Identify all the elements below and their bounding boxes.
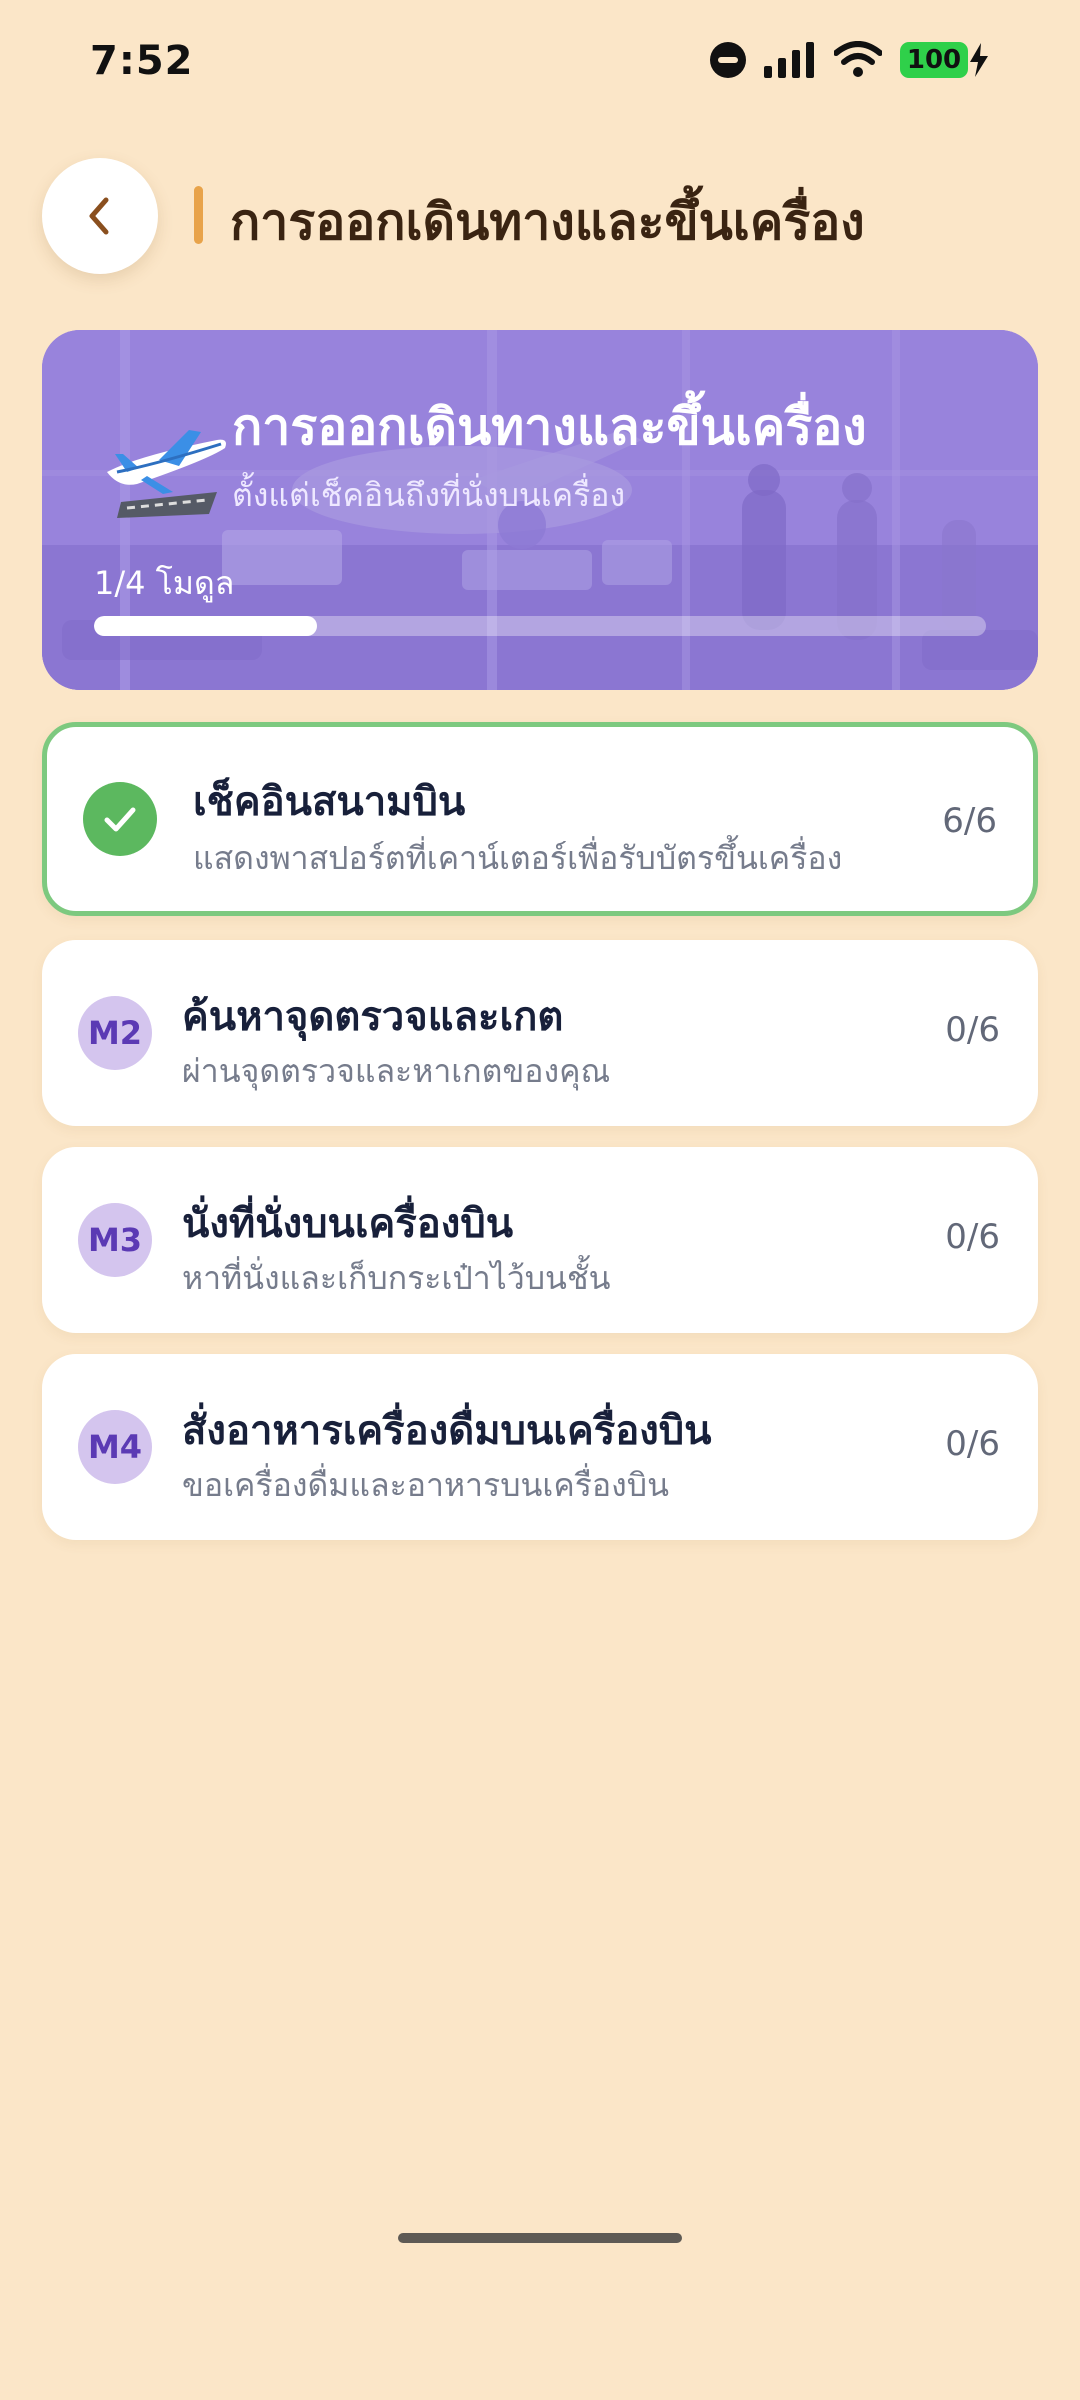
module-card-4[interactable]: M4 สั่งอาหารเครื่องดื่มบนเครื่องบิน ขอเค… xyxy=(42,1354,1038,1540)
module-card-2[interactable]: M2 ค้นหาจุดตรวจและเกต ผ่านจุดตรวจและหาเก… xyxy=(42,940,1038,1126)
charging-bolt-icon xyxy=(970,43,988,77)
hero-title: การออกเดินทางและขึ้นเครื่อง xyxy=(232,398,867,456)
module-description: ผ่านจุดตรวจและหาเกตของคุณ xyxy=(182,1052,611,1090)
module-completed-badge xyxy=(83,782,157,856)
screen: 7:52 100 การออกเดินทางและขึ้นเครื่อง การ… xyxy=(0,0,1080,2400)
module-description: ขอเครื่องดื่มและอาหารบนเครื่องบิน xyxy=(182,1466,669,1504)
module-progress-count: 6/6 xyxy=(942,801,997,841)
module-badge: M4 xyxy=(78,1410,152,1484)
page-title: การออกเดินทางและขึ้นเครื่อง xyxy=(230,193,865,251)
title-accent-bar xyxy=(194,186,203,244)
module-description: แสดงพาสปอร์ตที่เคาน์เตอร์เพื่อรับบัตรขึ้… xyxy=(193,839,843,877)
airplane-takeoff-icon xyxy=(107,430,226,518)
module-title: สั่งอาหารเครื่องดื่มบนเครื่องบิน xyxy=(182,1408,712,1454)
hero-progress-fill xyxy=(94,616,317,636)
signal-icon xyxy=(764,42,814,78)
module-title: เช็คอินสนามบิน xyxy=(193,779,466,825)
hero-progress-label: 1/4 โมดูล xyxy=(94,564,235,602)
module-badge: M2 xyxy=(78,996,152,1070)
module-card-1[interactable]: เช็คอินสนามบิน แสดงพาสปอร์ตที่เคาน์เตอร์… xyxy=(42,722,1038,916)
status-icons: 100 xyxy=(710,38,990,82)
module-badge: M3 xyxy=(78,1203,152,1277)
module-progress-count: 0/6 xyxy=(945,1217,1000,1257)
do-not-disturb-icon xyxy=(710,42,746,78)
hero-progress-bar xyxy=(94,616,986,636)
module-card-3[interactable]: M3 นั่งที่นั่งบนเครื่องบิน หาที่นั่งและเ… xyxy=(42,1147,1038,1333)
status-time: 7:52 xyxy=(90,38,194,84)
hero-subtitle: ตั้งแต่เช็คอินถึงที่นั่งบนเครื่อง xyxy=(232,476,626,514)
back-button[interactable] xyxy=(42,158,158,274)
module-title: ค้นหาจุดตรวจและเกต xyxy=(182,994,564,1040)
unit-hero-card: การออกเดินทางและขึ้นเครื่อง ตั้งแต่เช็คอ… xyxy=(42,330,1038,690)
home-indicator[interactable] xyxy=(398,2233,682,2243)
module-progress-count: 0/6 xyxy=(945,1010,1000,1050)
module-progress-count: 0/6 xyxy=(945,1424,1000,1464)
module-description: หาที่นั่งและเก็บกระเป๋าไว้บนชั้น xyxy=(182,1259,611,1297)
battery-icon: 100 xyxy=(900,42,990,78)
chevron-left-icon xyxy=(89,197,109,235)
wifi-icon xyxy=(834,41,882,77)
module-title: นั่งที่นั่งบนเครื่องบิน xyxy=(182,1201,514,1247)
battery-level: 100 xyxy=(900,42,968,78)
checkmark-icon xyxy=(104,807,136,832)
